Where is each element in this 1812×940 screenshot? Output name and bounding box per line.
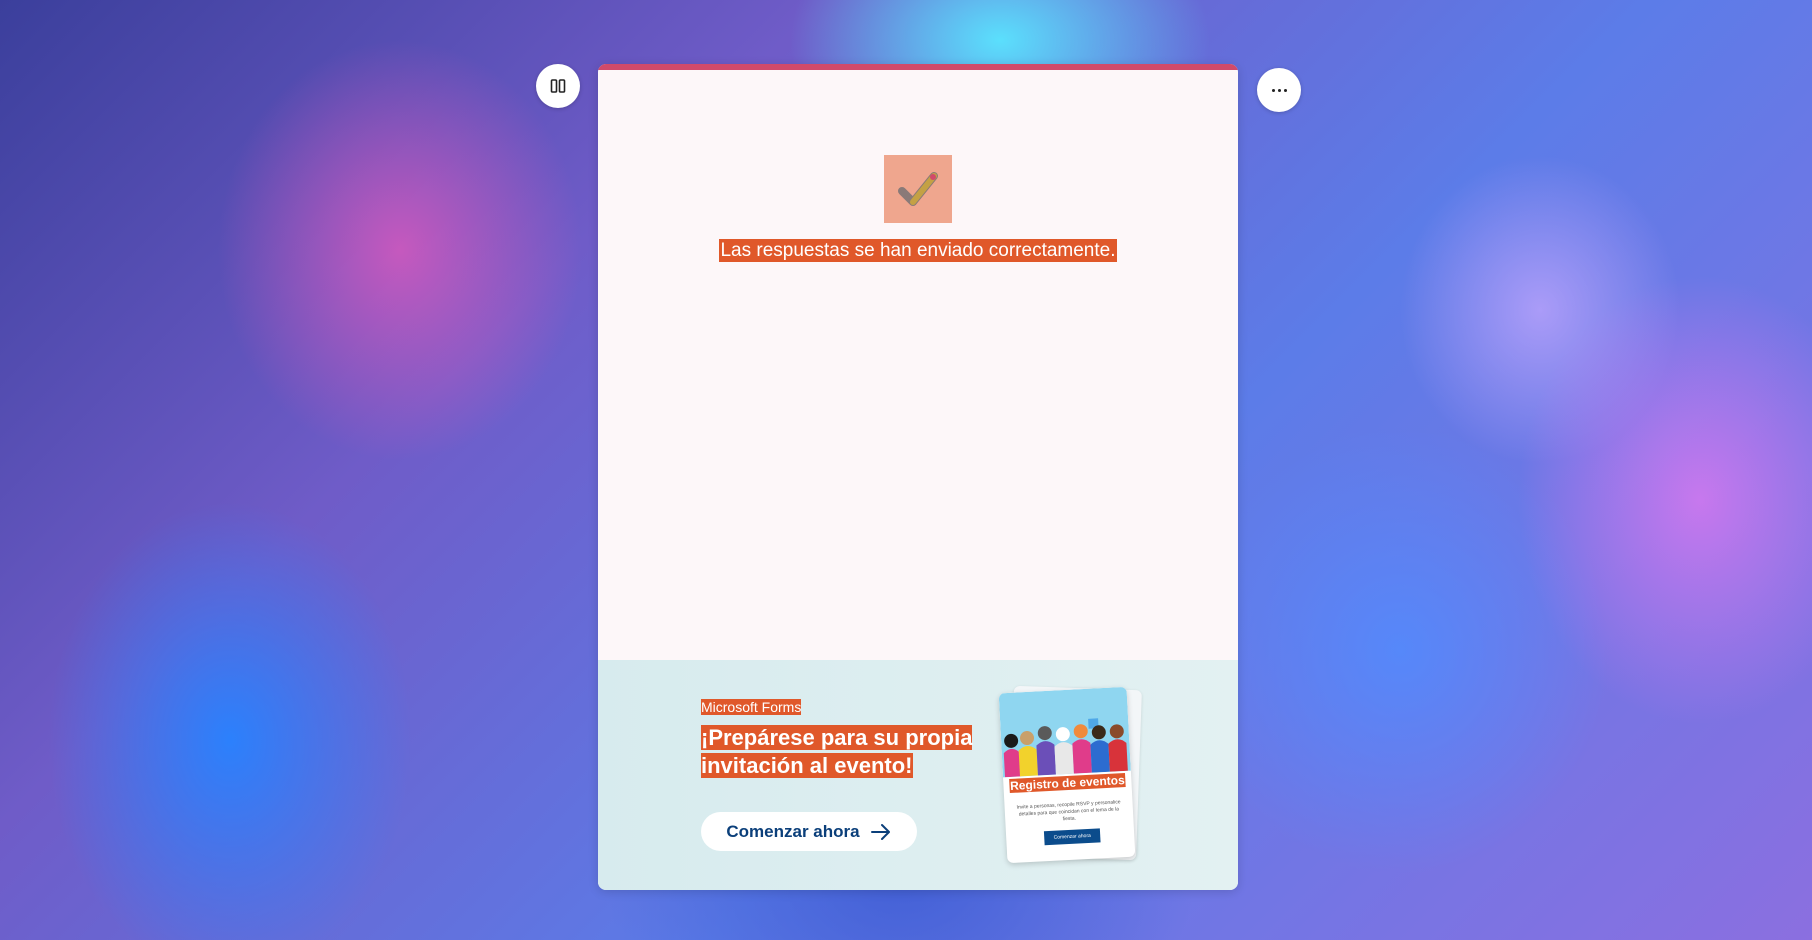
people-illustration bbox=[998, 686, 1131, 778]
immersive-reader-icon bbox=[550, 79, 566, 93]
success-message: Las respuestas se han enviado correctame… bbox=[598, 239, 1238, 262]
start-now-button[interactable]: Comenzar ahora bbox=[701, 812, 917, 851]
form-card: Las respuestas se han enviado correctame… bbox=[598, 64, 1238, 890]
promo-title: ¡Prepárese para su propia invitación al … bbox=[701, 724, 991, 780]
preview-text: Invite a personas, recopile RSVP y perso… bbox=[1016, 799, 1121, 823]
more-options-button[interactable] bbox=[1257, 68, 1301, 112]
preview-button: Comenzar ahora bbox=[1043, 828, 1101, 846]
immersive-reader-button[interactable] bbox=[536, 64, 580, 108]
promo-banner: Microsoft Forms ¡Prepárese para su propi… bbox=[598, 660, 1238, 890]
start-now-label: Comenzar ahora bbox=[726, 821, 860, 841]
accent-bar bbox=[598, 64, 1238, 70]
promo-brand-text: Microsoft Forms bbox=[701, 699, 802, 715]
arrow-right-icon bbox=[870, 823, 890, 840]
checkmark-icon bbox=[884, 155, 952, 223]
promo-title-text: ¡Prepárese para su propia invitación al … bbox=[701, 725, 973, 778]
more-options-icon bbox=[1271, 88, 1287, 92]
success-message-text: Las respuestas se han enviado correctame… bbox=[719, 239, 1117, 262]
promo-brand: Microsoft Forms bbox=[701, 699, 802, 715]
preview-card: Registro de eventos Invite a personas, r… bbox=[998, 686, 1136, 864]
